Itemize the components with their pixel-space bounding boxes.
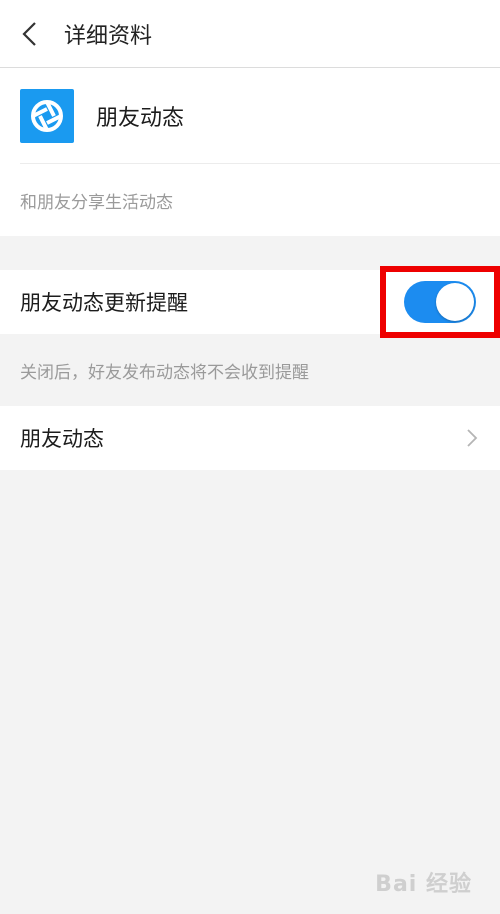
app-logo-icon [20, 88, 74, 143]
back-button[interactable] [16, 19, 42, 49]
profile-row: 朋友动态 [20, 68, 500, 164]
update-reminder-toggle[interactable] [404, 281, 476, 323]
friends-feed-nav-label: 朋友动态 [20, 427, 104, 451]
watermark-logo: Bai 经验 [375, 872, 472, 897]
page-title: 详细资料 [64, 23, 153, 49]
aperture-icon [31, 99, 63, 132]
chevron-left-icon [22, 21, 36, 46]
highlight-box [380, 266, 500, 338]
top-bar: 详细资料 [0, 0, 500, 68]
update-reminder-label: 朋友动态更新提醒 [20, 291, 188, 315]
app-description: 和朋友分享生活动态 [20, 192, 173, 213]
update-reminder-row: 朋友动态更新提醒 [0, 266, 500, 338]
profile-card: 朋友动态 和朋友分享生活动态 [0, 68, 500, 236]
app-name: 朋友动态 [96, 105, 185, 131]
chevron-right-icon [467, 429, 478, 447]
update-reminder-hint: 关闭后，好友发布动态将不会收到提醒 [20, 362, 309, 383]
friends-feed-nav-item[interactable]: 朋友动态 [0, 406, 500, 470]
toggle-knob [436, 283, 474, 321]
